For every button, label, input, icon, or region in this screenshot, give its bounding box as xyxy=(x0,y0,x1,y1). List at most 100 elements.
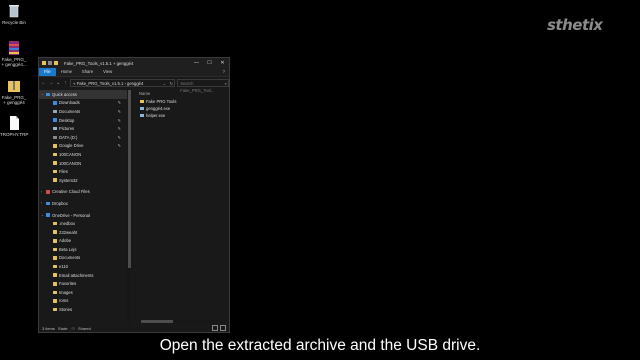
desktop-icon-trophy[interactable]: TROPHY.TRP xyxy=(0,115,28,137)
up-arrow-icon[interactable]: ↑ xyxy=(63,80,68,86)
maximize-button[interactable]: ☐ xyxy=(203,58,216,68)
address-bar[interactable]: « Fake_PRG_Tools_v1.5.1 › genggé4 ⌄ ↻ xyxy=(70,79,176,87)
winrar-archive-icon xyxy=(9,41,19,55)
folder-icon xyxy=(53,273,57,277)
nav-item[interactable]: DATA (D:) ✎ xyxy=(39,133,127,142)
pin-icon: ✎ xyxy=(117,108,121,114)
help-icon[interactable]: ? xyxy=(222,68,225,76)
shared-icon: ⚇ xyxy=(71,325,75,331)
folder-icon[interactable] xyxy=(42,61,46,65)
nav-item[interactable]: 100CANON xyxy=(39,150,127,159)
folder-icon xyxy=(53,169,57,174)
recent-locations-icon[interactable]: ⌄ xyxy=(56,80,61,86)
scrollbar-thumb[interactable] xyxy=(128,90,131,268)
file-row[interactable]: helper.exe xyxy=(134,112,229,119)
nav-item[interactable]: › Creative Cloud Files xyxy=(39,188,127,197)
nav-item[interactable]: Downloads ✎ xyxy=(39,99,127,108)
tab-view[interactable]: View xyxy=(98,68,117,76)
desktop-icon-folder[interactable]: Fake_PRG_ + genggé4 xyxy=(0,78,28,105)
nav-pane-scrollbar[interactable] xyxy=(127,90,131,325)
nav-item-label: Files xyxy=(59,169,68,175)
expand-arrow-icon[interactable]: › xyxy=(41,190,42,194)
expand-arrow-icon[interactable]: › xyxy=(41,201,42,205)
details-view-icon[interactable] xyxy=(212,325,218,331)
nav-item[interactable]: Stories xyxy=(39,305,127,314)
folder-icon xyxy=(53,144,57,148)
scrollbar-thumb[interactable] xyxy=(141,320,173,323)
file-row[interactable]: genggé4.exe xyxy=(134,105,229,112)
nav-item[interactable]: Documents xyxy=(39,254,127,263)
exe-icon xyxy=(140,113,144,118)
forward-arrow-icon[interactable]: → xyxy=(48,80,53,86)
refresh-icon[interactable]: ↻ xyxy=(170,81,174,86)
nav-item[interactable]: 100CANON xyxy=(39,159,127,168)
tab-share[interactable]: Share xyxy=(77,68,98,76)
ribbon-tabs: File Home Share View ? xyxy=(39,68,229,77)
nav-item[interactable]: Pictures ✎ xyxy=(39,124,127,133)
shared-label: Shared xyxy=(77,325,91,331)
desktop-icon-label: Recycle Bin xyxy=(2,20,26,25)
nav-item[interactable]: Files xyxy=(39,167,127,176)
view-toggle xyxy=(212,325,226,331)
nav-item[interactable]: › Dropbox xyxy=(39,199,127,208)
expand-arrow-icon[interactable]: ⌄ xyxy=(41,213,44,217)
nav-item-label: DATA (D:) xyxy=(59,134,78,140)
large-icons-view-icon[interactable] xyxy=(220,325,226,331)
creative-cloud-icon xyxy=(46,190,50,194)
close-button[interactable]: ✕ xyxy=(216,58,229,68)
nav-item[interactable]: Favorites xyxy=(39,279,127,288)
nav-item-label: Documents xyxy=(59,108,81,114)
desktop-icon-recycle-bin[interactable]: Recycle Bin xyxy=(0,3,28,25)
new-folder-icon[interactable] xyxy=(54,61,58,65)
nav-item[interactable]: Adobe xyxy=(39,237,127,246)
window-title: Fake_PRG_Tools_v1.5.1 + genggé4 xyxy=(64,60,134,66)
nav-item[interactable]: .medbox xyxy=(39,219,127,228)
folder-icon xyxy=(53,221,57,226)
channel-logo: sthetix xyxy=(547,16,603,34)
nav-item[interactable]: 232weaht xyxy=(39,228,127,237)
nav-item[interactable]: Desktop ✎ xyxy=(39,116,127,125)
file-row[interactable]: Fake PRG Tools xyxy=(134,98,229,105)
pin-icon: ✎ xyxy=(117,126,121,132)
exe-icon xyxy=(140,106,144,111)
nav-item[interactable]: Images xyxy=(39,288,127,297)
search-input[interactable]: Search Fake_PRG_Tool... ⌕ xyxy=(177,79,229,93)
nav-item[interactable]: Documents ✎ xyxy=(39,107,127,116)
nav-item-label: e110 xyxy=(59,264,69,270)
pictures-icon xyxy=(53,126,57,131)
tab-file[interactable]: File xyxy=(39,68,56,76)
desktop-icon-label: Fake_PRG_ + genggé4... xyxy=(1,57,27,67)
nav-item-label: Quick access xyxy=(52,91,77,97)
documents-icon xyxy=(53,109,57,114)
folder-icon xyxy=(53,152,57,157)
chevron-down-icon[interactable]: ⌄ xyxy=(163,81,167,86)
expand-arrow-icon[interactable]: ⌄ xyxy=(41,92,44,96)
nav-item[interactable]: ⌄ OneDrive - Personal xyxy=(39,211,127,220)
pin-icon: ✎ xyxy=(117,143,121,149)
pin-icon: ✎ xyxy=(117,134,121,140)
tab-home[interactable]: Home xyxy=(56,68,77,76)
nav-item[interactable]: e110 xyxy=(39,262,127,271)
column-header-name[interactable]: Name xyxy=(134,90,229,98)
minimize-button[interactable]: — xyxy=(190,58,203,68)
nav-item[interactable]: Beta Lejs xyxy=(39,245,127,254)
file-explorer-window: Fake_PRG_Tools_v1.5.1 + genggé4 — ☐ ✕ Fi… xyxy=(38,57,230,333)
nav-item[interactable]: ⌄ Quick access xyxy=(39,90,127,99)
file-list: Name Fake PRG Tools genggé4.exe helper.exe xyxy=(134,90,229,325)
folder-icon xyxy=(53,264,57,269)
navigation-bar: ← → ⌄ ↑ « Fake_PRG_Tools_v1.5.1 › genggé… xyxy=(39,77,229,93)
file-icon xyxy=(10,116,19,130)
recycle-bin-icon xyxy=(9,5,19,18)
nav-item-label: .medbox xyxy=(59,221,76,227)
nav-item[interactable]: roms xyxy=(39,297,127,306)
desktop-icon-archive[interactable]: Fake_PRG_ + genggé4... xyxy=(0,40,28,67)
desktop-icon-label: TROPHY.TRP xyxy=(0,132,29,137)
properties-icon[interactable] xyxy=(48,61,52,65)
address-path: « Fake_PRG_Tools_v1.5.1 › genggé4 xyxy=(73,80,144,86)
back-arrow-icon[interactable]: ← xyxy=(41,80,46,86)
nav-item[interactable]: Google Drive ✎ xyxy=(39,142,127,151)
item-count: 3 items xyxy=(42,325,55,331)
nav-item[interactable]: System32 xyxy=(39,176,127,185)
nav-item[interactable]: Email attachments xyxy=(39,271,127,280)
file-name: Fake PRG Tools xyxy=(146,99,177,104)
